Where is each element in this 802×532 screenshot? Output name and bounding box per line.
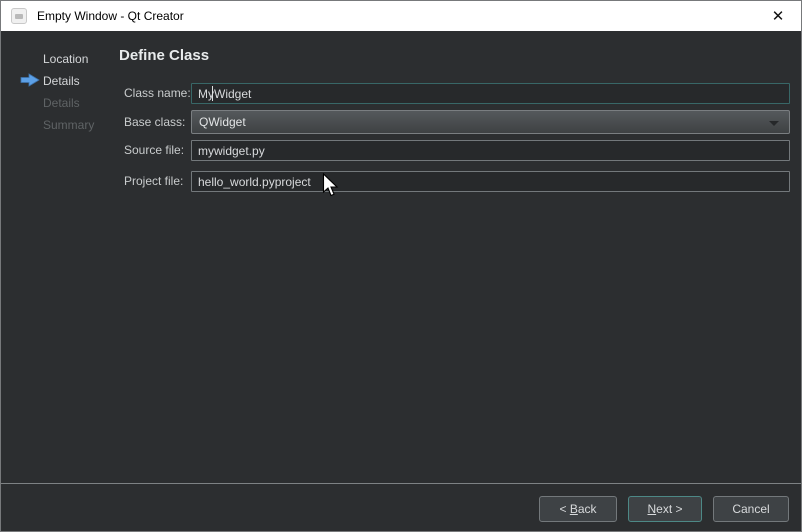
- wizard-step-summary: Summary: [43, 117, 94, 133]
- source-file-label: Source file:: [124, 143, 184, 157]
- current-step-arrow-icon: [20, 73, 40, 87]
- project-file-input[interactable]: [191, 171, 790, 192]
- next-button[interactable]: Next >: [628, 496, 702, 522]
- footer-divider: [1, 483, 802, 484]
- close-icon[interactable]: ✕: [755, 1, 801, 31]
- base-class-value: QWidget: [199, 115, 246, 129]
- cancel-button[interactable]: Cancel: [713, 496, 789, 522]
- back-button[interactable]: < Back: [539, 496, 617, 522]
- wizard-dialog-window: Empty Window - Qt Creator ✕ Location Det…: [0, 0, 802, 532]
- wizard-step-location: Location: [43, 51, 88, 67]
- wizard-step-details: Details: [43, 73, 80, 89]
- source-file-input[interactable]: [191, 140, 790, 161]
- title-bar: Empty Window - Qt Creator ✕: [1, 1, 801, 31]
- project-file-label: Project file:: [124, 174, 183, 188]
- wizard-step-details-2: Details: [43, 95, 80, 111]
- mouse-cursor-icon: [322, 173, 340, 199]
- class-name-input[interactable]: [191, 83, 790, 104]
- qt-creator-app-icon: [11, 8, 27, 24]
- dialog-body: Location Details Details Summary Define …: [1, 31, 801, 531]
- base-class-label: Base class:: [124, 115, 185, 129]
- chevron-down-icon: [769, 121, 779, 126]
- window-title: Empty Window - Qt Creator: [37, 9, 184, 23]
- base-class-combobox[interactable]: QWidget: [191, 110, 790, 134]
- class-name-label: Class name:: [124, 86, 191, 100]
- page-title: Define Class: [119, 47, 209, 64]
- text-caret: [212, 86, 213, 101]
